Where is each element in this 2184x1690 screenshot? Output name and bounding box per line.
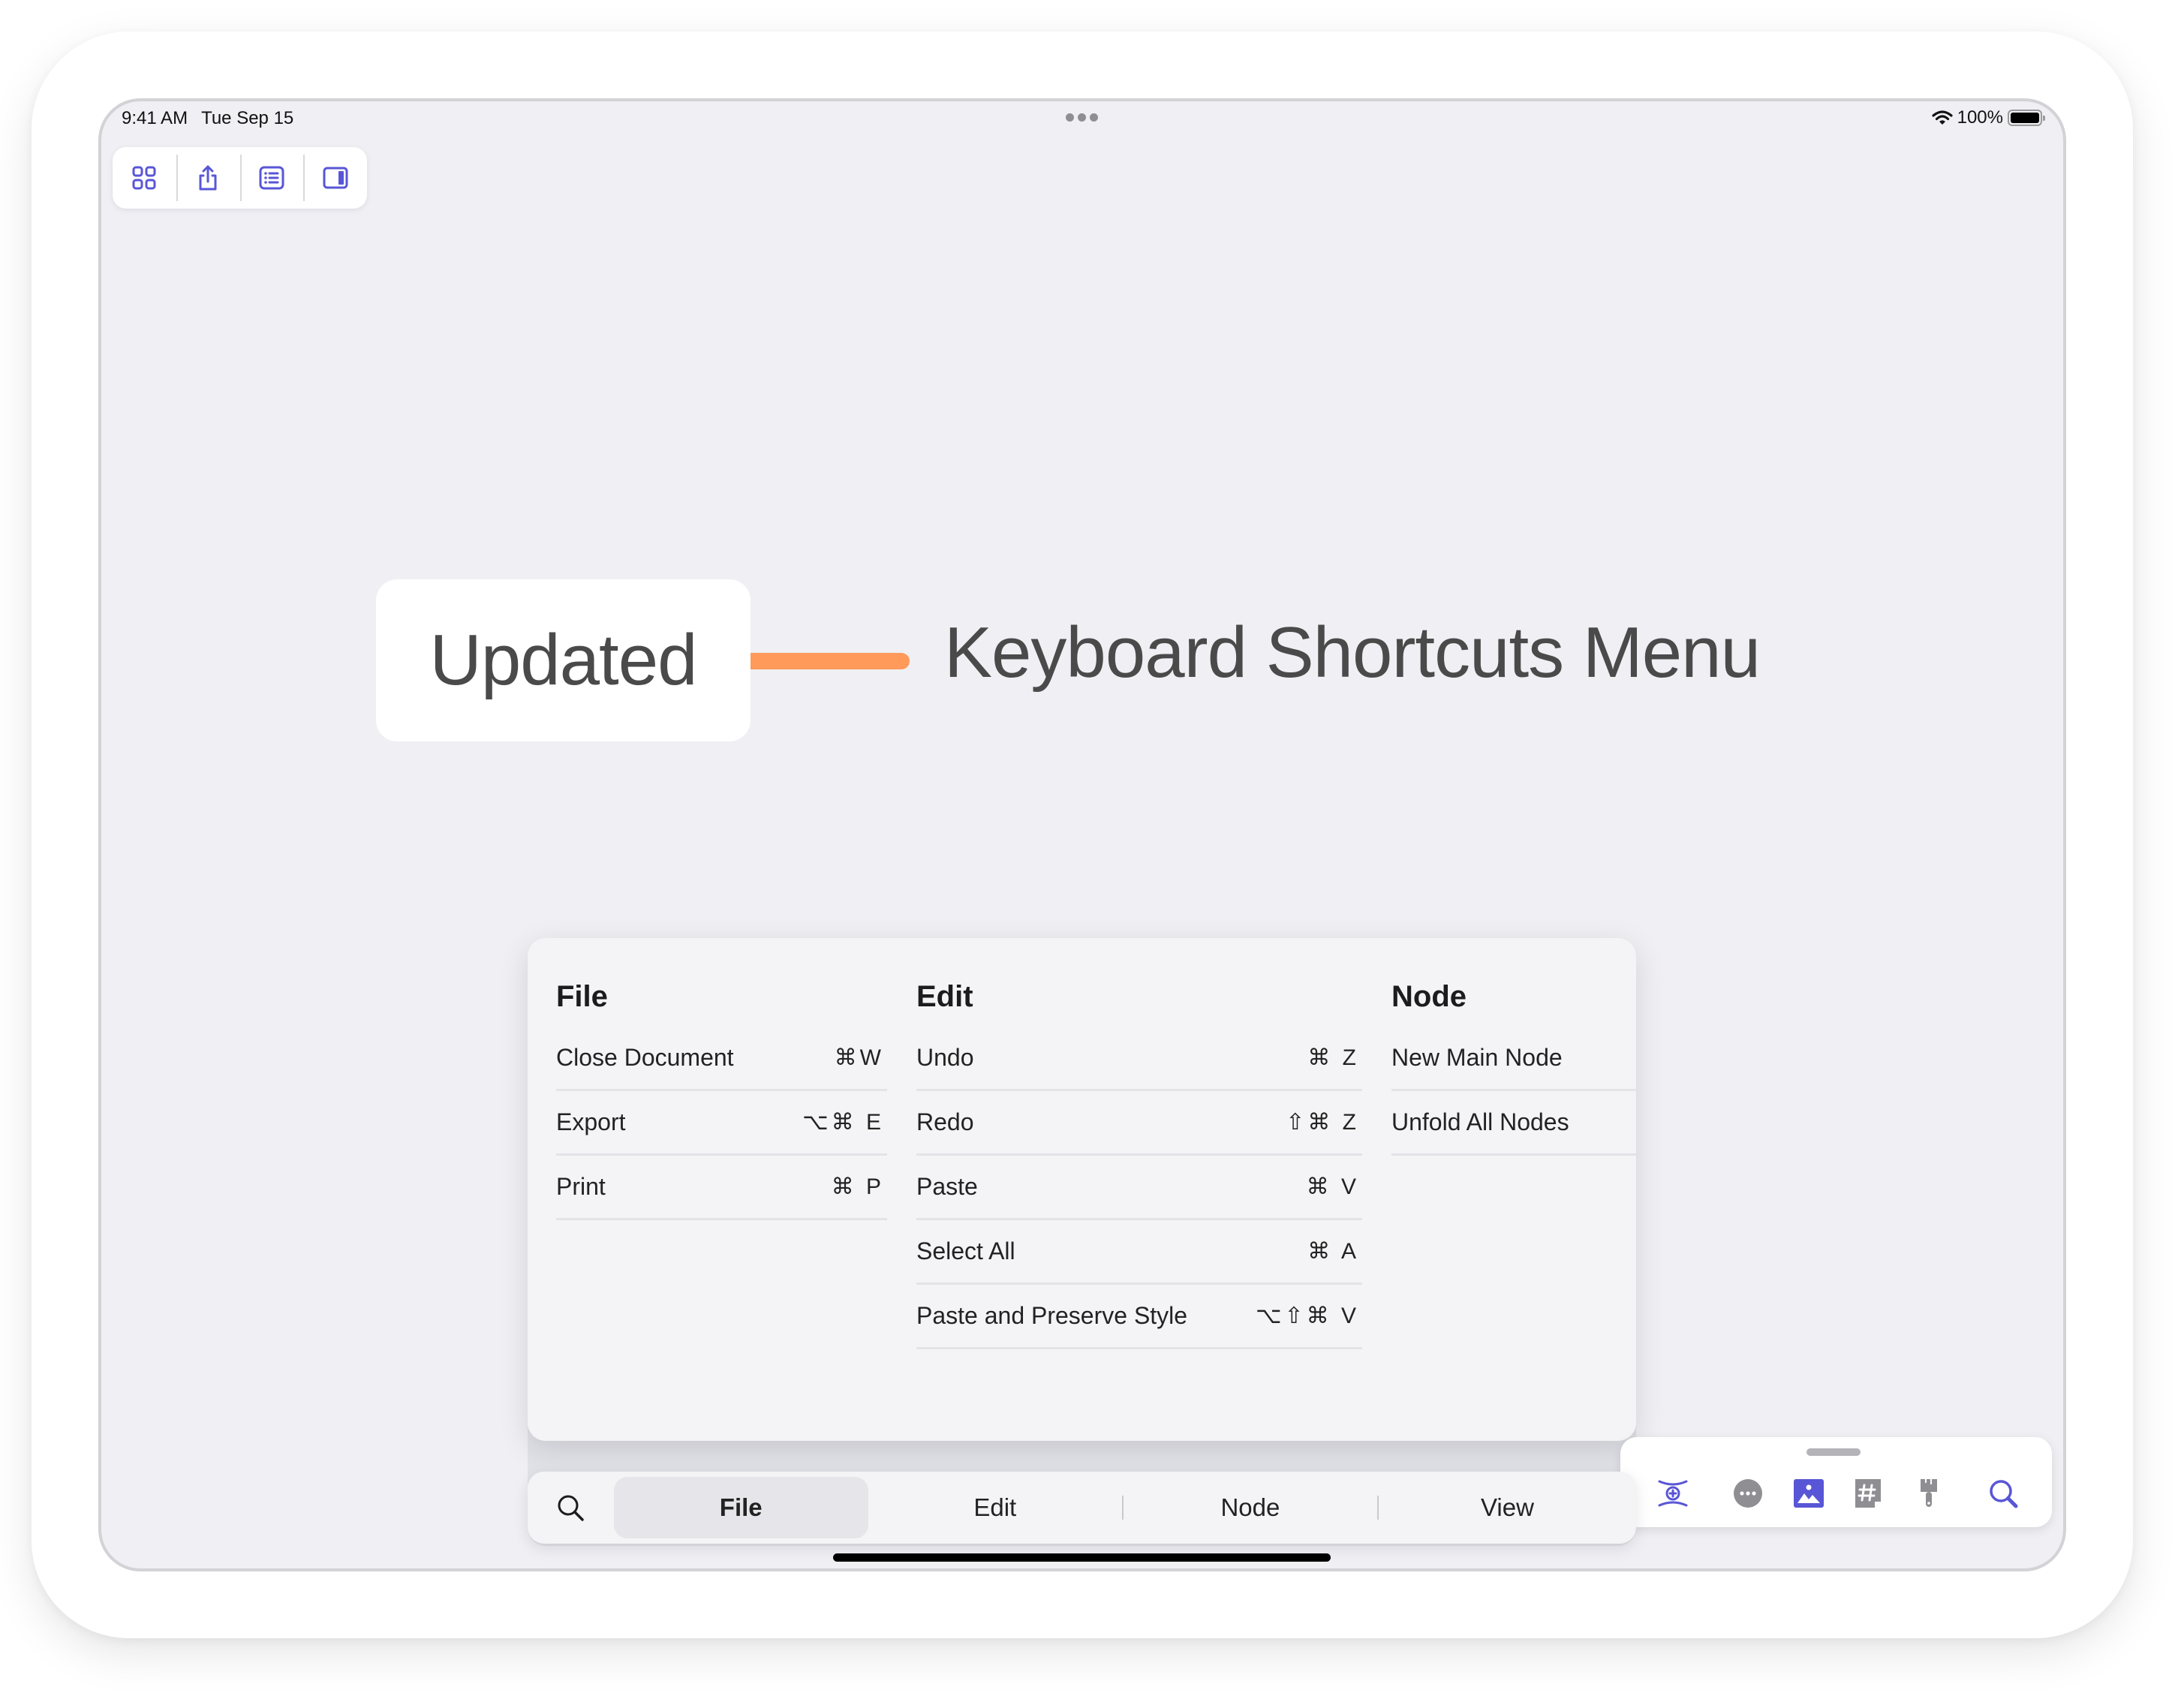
outline-button[interactable] [239, 147, 304, 209]
child-node[interactable]: Keyboard Shortcuts Menu [944, 612, 1761, 694]
insert-image-button[interactable] [1790, 1475, 1828, 1512]
tab-edit[interactable]: Edit [868, 1472, 1122, 1544]
shortcut-redo[interactable]: Redo ⇧⌘ Z [916, 1091, 1362, 1156]
keyboard-shortcuts-panel: File Close Document ⌘W Export ⌥⌘ E Print ⌘ … [528, 938, 1636, 1441]
shortcut-label: New Main Node [1391, 1044, 1563, 1071]
status-date: Tue Sep 15 [201, 108, 294, 128]
column-title: Node [1391, 980, 1467, 1013]
search-nodes-button[interactable] [1984, 1475, 2022, 1512]
status-time: 9:41 AM [122, 108, 188, 128]
tag-button[interactable] [1849, 1475, 1887, 1512]
shortcut-undo[interactable]: Undo ⌘ Z [916, 1027, 1362, 1091]
shortcut-select-all[interactable]: Select All ⌘ A [916, 1220, 1362, 1285]
shortcut-keys: ⌘W [834, 1045, 884, 1070]
shortcut-paste-preserve-style[interactable]: Paste and Preserve Style ⌥⇧⌘ V [916, 1285, 1362, 1349]
tag-icon [1855, 1479, 1881, 1508]
more-icon [1734, 1479, 1762, 1508]
shortcut-label: Select All [916, 1237, 1015, 1264]
format-brush-button[interactable] [1910, 1475, 1948, 1512]
format-brush-icon [1921, 1479, 1937, 1507]
shortcut-label: Undo [916, 1044, 974, 1071]
shortcut-category-bar: File Edit Node View [528, 1472, 1636, 1544]
search-icon [558, 1495, 585, 1521]
shortcut-label: Redo [916, 1108, 974, 1135]
status-bar-left: 9:41 AM Tue Sep 15 [122, 108, 293, 129]
grid-icon [132, 166, 156, 190]
battery-icon [2008, 110, 2045, 126]
drag-handle[interactable] [1806, 1448, 1861, 1456]
main-node-text: Updated [429, 620, 698, 700]
document-toolbar [113, 147, 367, 209]
tab-view[interactable]: View [1379, 1472, 1636, 1544]
node-tools-toolbar [1620, 1437, 2052, 1527]
shortcut-keys: ⌘ A [1307, 1239, 1359, 1264]
column-title: File [556, 980, 608, 1013]
column-title: Edit [916, 980, 973, 1013]
shortcut-keys: ⌘ P [831, 1174, 884, 1199]
shortcut-label: Unfold All Nodes [1391, 1108, 1569, 1135]
ipad-screen: 9:41 AM Tue Sep 15 100% Updated Keyboard… [98, 98, 2066, 1571]
node-connector [751, 653, 910, 669]
shortcut-label: Close Document [556, 1044, 734, 1071]
search-shortcuts-button[interactable] [528, 1472, 614, 1544]
share-icon [199, 165, 217, 191]
shortcut-label: Paste and Preserve Style [916, 1302, 1188, 1329]
status-bar-right: 100% [1932, 107, 2045, 128]
shortcut-label: Paste [916, 1173, 978, 1200]
shortcut-label: Print [556, 1173, 606, 1200]
shortcut-export[interactable]: Export ⌥⌘ E [556, 1091, 887, 1156]
tab-node[interactable]: Node [1124, 1472, 1377, 1544]
more-button[interactable] [1729, 1475, 1767, 1512]
shortcut-unfold-all-nodes[interactable]: Unfold All Nodes [1391, 1091, 1636, 1156]
shortcut-paste[interactable]: Paste ⌘ V [916, 1156, 1362, 1220]
share-button[interactable] [176, 147, 240, 209]
inspector-button[interactable] [303, 147, 367, 209]
tab-file[interactable]: File [613, 1477, 868, 1538]
multitask-ellipsis-icon[interactable] [1066, 113, 1098, 122]
search-icon [1990, 1480, 2018, 1508]
shortcut-keys: ⌥⌘ E [802, 1110, 884, 1135]
add-relationship-button[interactable] [1654, 1475, 1692, 1512]
shortcut-keys: ⌘ V [1306, 1174, 1359, 1199]
wifi-icon [1932, 110, 1953, 125]
sidebar-icon [323, 167, 348, 189]
shortcut-keys: ⇧⌘ Z [1286, 1110, 1359, 1135]
outline-icon [259, 166, 284, 190]
shortcut-label: Export [556, 1108, 626, 1135]
browse-button[interactable] [113, 147, 176, 209]
shortcut-keys: ⌥⇧⌘ V [1255, 1304, 1359, 1328]
battery-percent: 100% [1957, 107, 2003, 128]
shortcut-keys: ⌘ Z [1307, 1045, 1359, 1070]
shortcut-print[interactable]: Print ⌘ P [556, 1156, 887, 1220]
add-relationship-icon [1658, 1480, 1688, 1507]
shortcut-close-document[interactable]: Close Document ⌘W [556, 1027, 887, 1091]
image-icon [1794, 1479, 1824, 1508]
shortcut-new-main-node[interactable]: New Main Node [1391, 1027, 1636, 1091]
home-indicator[interactable] [833, 1553, 1331, 1562]
main-node[interactable]: Updated [376, 579, 751, 741]
